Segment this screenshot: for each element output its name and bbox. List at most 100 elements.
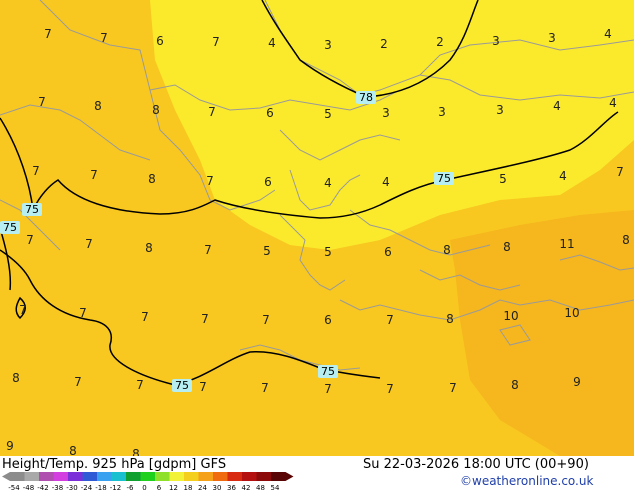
- temperature-label: 7: [90, 168, 98, 182]
- color-scale-label: 36: [227, 484, 236, 492]
- temperature-label: 8: [511, 378, 519, 392]
- color-scale-label: 0: [142, 484, 146, 492]
- isohypse-label: 75: [318, 365, 338, 378]
- temperature-label: 7: [199, 380, 207, 394]
- temperature-label: 7: [44, 27, 52, 41]
- temperature-label: 3: [382, 106, 390, 120]
- color-scale-label: -6: [127, 484, 135, 492]
- color-scale: -54 -48 -42 -38 -30 -24 -18 -12 -6 0 6 12 18 24 30 36 42…: [2, 472, 294, 492]
- temperature-label: 7: [616, 165, 624, 179]
- temperature-label: 7: [449, 381, 457, 395]
- color-scale-label: 30: [213, 484, 222, 492]
- temperature-label: 2: [380, 37, 388, 51]
- temperature-label: 7: [201, 312, 209, 326]
- temperature-label: 3: [438, 105, 446, 119]
- isohypse-label: 75: [434, 172, 454, 185]
- color-scale-label: -38: [52, 484, 63, 492]
- temperature-label: 6: [156, 34, 164, 48]
- temperature-label: 7: [79, 306, 87, 320]
- isohypse-label-text: 78: [359, 91, 373, 104]
- color-scale-swatch: [242, 472, 257, 481]
- isohypse-label-text: 75: [25, 203, 39, 216]
- color-scale-labels: -54 -48 -42 -38 -30 -24 -18 -12 -6 0 6 12 18 24 30 36 42…: [8, 484, 280, 492]
- temperature-label: 8: [152, 103, 160, 117]
- isohypse-label-text: 75: [321, 365, 335, 378]
- color-scale-label: -12: [110, 484, 121, 492]
- isohypse-label: 78: [356, 91, 376, 104]
- temperature-label: 6: [264, 175, 272, 189]
- temperature-label: 5: [499, 172, 507, 186]
- credit-link[interactable]: ©weatheronline.co.uk: [460, 474, 593, 488]
- temperature-label: 4: [324, 176, 332, 190]
- temperature-label: 11: [559, 237, 574, 251]
- temperature-label: 7: [208, 105, 216, 119]
- isohypse-label-text: 75: [437, 172, 451, 185]
- isohypse-label: 75: [22, 203, 42, 216]
- color-scale-swatch: [10, 472, 25, 481]
- temperature-label: 8: [145, 241, 153, 255]
- color-scale-label: -24: [81, 484, 93, 492]
- temperature-label: 7: [74, 375, 82, 389]
- temperature-label: 7: [324, 382, 332, 396]
- color-scale-label: -18: [95, 484, 106, 492]
- temperature-label: 3: [548, 31, 556, 45]
- color-scale-swatch: [184, 472, 199, 481]
- color-scale-swatch: [53, 472, 68, 481]
- color-scale-swatch: [82, 472, 97, 481]
- temperature-label: 8: [132, 447, 140, 456]
- temperature-label: 3: [496, 103, 504, 117]
- color-scale-label: 24: [198, 484, 207, 492]
- temperature-label: 10: [564, 306, 579, 320]
- color-scale-label: 42: [242, 484, 251, 492]
- color-scale-swatch: [169, 472, 184, 481]
- color-scale-swatch: [68, 472, 83, 481]
- color-scale-label: -42: [37, 484, 48, 492]
- color-scale-label: -54: [8, 484, 20, 492]
- color-scale-swatches: [2, 472, 294, 481]
- temperature-label: 7: [85, 237, 93, 251]
- temperature-label: 4: [553, 99, 561, 113]
- temperature-label: 6: [324, 313, 332, 327]
- temperature-label: 5: [324, 107, 332, 121]
- temperature-label: 8: [622, 233, 630, 247]
- temperature-label: 7: [386, 382, 394, 396]
- temperature-label: 4: [609, 96, 617, 110]
- temperature-label: 9: [6, 439, 14, 453]
- temperature-label: 6: [384, 245, 392, 259]
- color-scale-right-arrow: [285, 472, 294, 481]
- valid-time: Su 22-03-2026 18:00 UTC (00+90): [363, 457, 589, 472]
- temperature-label: 7: [136, 378, 144, 392]
- temperature-label: 7: [141, 310, 149, 324]
- color-scale-swatch: [126, 472, 141, 481]
- color-scale-label: 54: [271, 484, 280, 492]
- isohypse-label: 75: [0, 221, 20, 234]
- temperature-label: 3: [324, 38, 332, 52]
- temperature-label: 2: [436, 35, 444, 49]
- temperature-label: 8: [446, 312, 454, 326]
- temperature-label: 3: [492, 34, 500, 48]
- temperature-label: 7: [32, 164, 40, 178]
- color-scale-swatch: [213, 472, 228, 481]
- temperature-label: 8: [69, 444, 77, 456]
- temperature-label: 8: [443, 243, 451, 257]
- footer-bar: Height/Temp. 925 hPa [gdpm] GFS Su 22-03…: [0, 456, 634, 492]
- temperature-label: 5: [263, 244, 271, 258]
- color-scale-label: -30: [66, 484, 77, 492]
- isohypse-label: 75: [172, 379, 192, 392]
- temperature-label: 10: [503, 309, 518, 323]
- temperature-label: 7: [206, 174, 214, 188]
- color-scale-label: 18: [184, 484, 193, 492]
- color-scale-swatch: [271, 472, 286, 481]
- temperature-label: 4: [382, 175, 390, 189]
- temperature-label: 7: [212, 35, 220, 49]
- color-scale-swatch: [256, 472, 271, 481]
- temperature-label: 7: [19, 303, 27, 317]
- temperature-label: 4: [559, 169, 567, 183]
- temperature-label: 7: [262, 313, 270, 327]
- isohypse-label-text: 75: [175, 379, 189, 392]
- temperature-label: 5: [324, 245, 332, 259]
- temperature-label: 7: [386, 313, 394, 327]
- temperature-label: 8: [503, 240, 511, 254]
- color-scale-swatch: [140, 472, 155, 481]
- color-scale-label: -48: [23, 484, 34, 492]
